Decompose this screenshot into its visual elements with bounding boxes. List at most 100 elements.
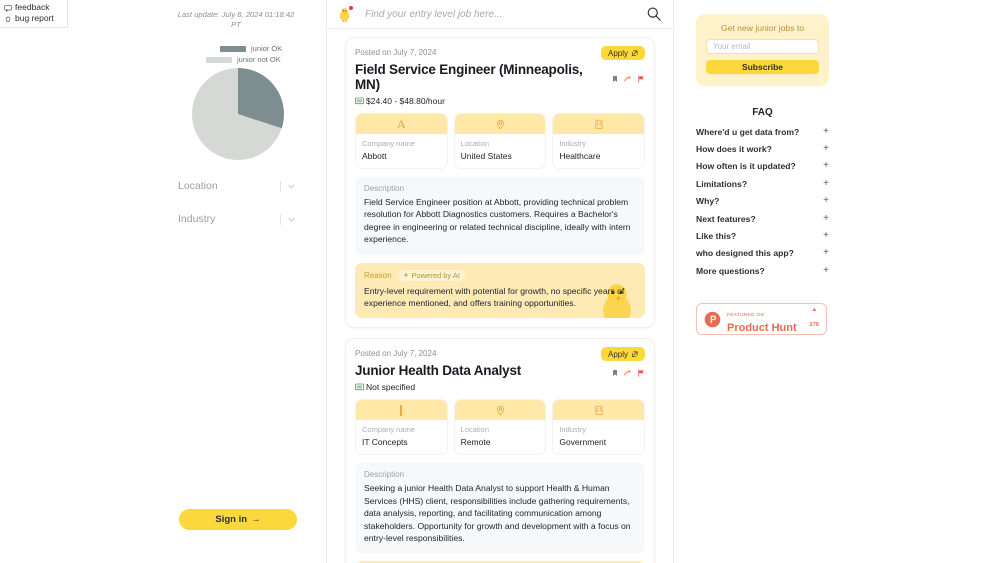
external-link-icon: [631, 351, 638, 358]
filter-location-label: Location: [178, 180, 218, 192]
last-update-text: Last update: July 8, 2024 01:18:42 PT: [172, 10, 300, 30]
faq-question: Where'd u get data from?: [696, 127, 799, 137]
info-value-industry: Healthcare: [559, 150, 638, 162]
main-column: Posted on July 7, 2024 Apply Field Servi…: [327, 0, 674, 563]
industry-icon: [594, 119, 604, 130]
faq-question: How often is it updated?: [696, 161, 796, 171]
filter-industry[interactable]: Industry: [178, 208, 296, 230]
company-logo-itconcepts: [356, 400, 447, 420]
bookmark-icon[interactable]: [611, 75, 619, 83]
feedback-box: feedback bug report: [0, 0, 68, 28]
salary-text: $24.40 - $48.80/hour: [366, 96, 445, 106]
flag-icon[interactable]: [637, 369, 645, 377]
plus-icon: +: [823, 127, 829, 137]
info-value-location: Remote: [461, 436, 540, 448]
description-text: Field Service Engineer position at Abbot…: [364, 196, 636, 246]
description-label: Description: [364, 470, 636, 479]
search-icon: [646, 6, 662, 22]
filter-location[interactable]: Location: [178, 175, 296, 197]
info-industry: Industry Healthcare: [552, 113, 645, 169]
feedback-link[interactable]: feedback: [4, 2, 64, 13]
plus-icon: +: [823, 179, 829, 189]
subscribe-title: Get new junior jobs to: [706, 23, 819, 33]
job-card[interactable]: Posted on July 7, 2024 Apply Junior Heal…: [345, 338, 655, 563]
job-list: Posted on July 7, 2024 Apply Field Servi…: [327, 29, 673, 563]
info-company: Company name IT Concepts: [355, 399, 448, 455]
faq-item-2[interactable]: How often is it updated? +: [696, 158, 829, 175]
faq-item-4[interactable]: Why? +: [696, 193, 829, 210]
bug-report-label: bug report: [15, 13, 54, 24]
bug-report-link[interactable]: bug report: [4, 13, 64, 24]
apply-label: Apply: [608, 49, 628, 58]
search-input[interactable]: [365, 9, 646, 20]
subscribe-box: Get new junior jobs to Subscribe: [696, 14, 829, 86]
location-pin-icon: [495, 119, 506, 130]
salary-text: Not specified: [366, 382, 415, 392]
product-hunt-featured-label: FEATURED ON: [727, 312, 764, 317]
info-industry: Industry Government: [552, 399, 645, 455]
salary-row: $24.40 - $48.80/hour: [355, 96, 645, 106]
share-icon[interactable]: [624, 75, 632, 83]
industry-icon: [594, 405, 604, 416]
plus-icon: +: [823, 248, 829, 258]
salary-icon: [355, 97, 364, 105]
subscribe-button[interactable]: Subscribe: [706, 60, 819, 74]
job-actions: [611, 71, 645, 83]
chick-icon[interactable]: [336, 6, 353, 23]
search-bar: [327, 0, 674, 29]
legend-label-junior-ok: junior OK: [251, 44, 282, 53]
faq-item-1[interactable]: How does it work? +: [696, 140, 829, 157]
arrow-right-icon: →: [251, 514, 261, 525]
info-location: Location Remote: [454, 399, 547, 455]
sign-in-button[interactable]: Sign in →: [179, 509, 297, 530]
job-card[interactable]: Posted on July 7, 2024 Apply Field Servi…: [345, 37, 655, 328]
faq-question: More questions?: [696, 266, 765, 276]
filter-industry-label: Industry: [178, 213, 215, 225]
ai-badge-label: Powered by AI: [412, 271, 460, 280]
posted-date: Posted on July 7, 2024: [355, 347, 436, 358]
product-hunt-badge[interactable]: FEATURED ON Product Hunt ▲ 278: [696, 303, 827, 335]
faq-item-7[interactable]: who designed this app? +: [696, 245, 829, 262]
faq-item-3[interactable]: Limitations? +: [696, 175, 829, 192]
bug-icon: [4, 15, 12, 23]
faq-item-8[interactable]: More questions? +: [696, 262, 829, 279]
sparkle-icon: [403, 272, 409, 278]
share-icon[interactable]: [624, 369, 632, 377]
faq-item-6[interactable]: Like this? +: [696, 227, 829, 244]
search-button[interactable]: [646, 6, 662, 22]
flag-icon[interactable]: [637, 75, 645, 83]
faq-title: FAQ: [696, 107, 829, 118]
reason-text: Entry-level requirement with potential f…: [364, 285, 636, 310]
info-value-company: IT Concepts: [362, 436, 441, 448]
bookmark-icon[interactable]: [611, 369, 619, 377]
apply-label: Apply: [608, 350, 628, 359]
plus-icon: +: [823, 214, 829, 224]
legend-item-junior-not-ok: junior not OK: [192, 54, 302, 65]
apply-button[interactable]: Apply: [601, 347, 645, 361]
location-pin-icon: [495, 405, 506, 416]
legend-item-junior-ok: junior OK: [192, 43, 302, 54]
email-input[interactable]: [706, 39, 819, 54]
job-reason: Reason Powered by AI Entry-level require…: [355, 263, 645, 319]
legend-swatch-junior-not-ok: [206, 57, 232, 63]
product-hunt-upvotes: ▲ 278: [810, 307, 819, 331]
job-title: Junior Health Data Analyst: [355, 363, 521, 378]
chevron-down-icon: [287, 182, 296, 191]
product-hunt-name: Product Hunt: [727, 322, 810, 335]
filter-divider: [280, 181, 281, 192]
faq-item-5[interactable]: Next features? +: [696, 210, 829, 227]
description-label: Description: [364, 184, 636, 193]
faq-list: Where'd u get data from? + How does it w…: [696, 123, 829, 280]
faq-item-0[interactable]: Where'd u get data from? +: [696, 123, 829, 140]
info-value-industry: Government: [559, 436, 638, 448]
faq-question: Next features?: [696, 214, 756, 224]
chart-legend: junior OK junior not OK: [192, 43, 302, 65]
info-label-industry: Industry: [559, 139, 638, 149]
apply-button[interactable]: Apply: [601, 46, 645, 60]
legend-swatch-junior-ok: [220, 46, 246, 52]
sign-in-label: Sign in: [215, 514, 247, 525]
salary-icon: [355, 383, 364, 391]
notification-dot: [348, 5, 354, 11]
chevron-down-icon: [287, 215, 296, 224]
plus-icon: +: [823, 144, 829, 154]
